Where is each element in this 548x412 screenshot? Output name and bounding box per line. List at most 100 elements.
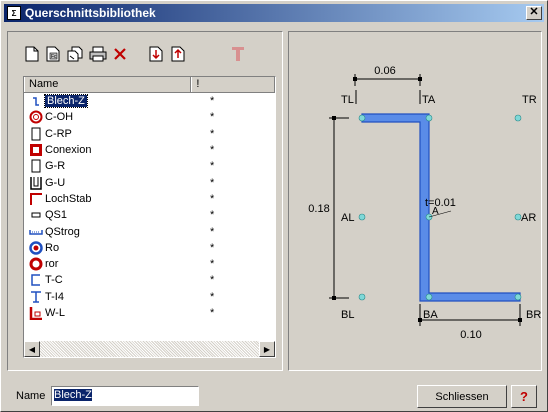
list-item[interactable]: Blech-Z * [24,93,275,109]
label-ta: TA [422,94,436,106]
label-tr: TR [522,94,537,106]
list-item[interactable]: QStrog * [24,223,275,239]
label-ba: BA [423,309,438,321]
list-item[interactable]: LochStab * [24,191,275,207]
list-item-flag: * [210,290,215,303]
trough-icon [29,225,43,239]
help-button[interactable]: ? [511,385,537,408]
title-bar: Σ Querschnittsbibliothek ✕ [4,4,544,22]
label-bl: BL [341,309,354,321]
list-item-label: T-C [45,274,63,287]
ring-red-icon [29,257,43,271]
list-item-label: G-R [45,160,66,173]
point-al-marker [358,213,366,221]
rect-profile-icon [29,159,43,173]
name-input[interactable]: Blech-Z [51,386,199,406]
new-file-icon[interactable] [23,45,41,63]
list-item-flag: * [210,258,215,271]
scroll-left-icon[interactable]: ◀ [24,341,40,357]
name-input-value: Blech-Z [54,389,92,401]
list-item[interactable]: T-I4 * [24,289,275,305]
profile-list[interactable]: Name ! Blech-Z * C-OH * C-RP * Conexion … [23,76,276,358]
list-item-label: T-I4 [45,290,64,303]
point-br-marker [514,293,522,301]
label-ar: AR [521,212,536,224]
list-item-flag: * [210,192,215,205]
section-preview-panel: 0.06 0.18 0.10 TL TA TR AL AR BL BA BR t… [288,31,542,371]
list-item-flag: * [210,111,215,124]
list-item-label: Ro [45,241,60,254]
list-item-label: C-RP [45,127,72,140]
list-item-label: G-U [45,176,66,189]
label-al: AL [341,212,354,224]
dim-height: 0.18 [308,203,329,215]
export-icon[interactable] [169,45,187,63]
list-item-label: W-L [45,307,65,319]
list-item-flag: * [210,225,215,238]
list-header: Name ! [24,77,275,93]
list-item[interactable]: Ro * [24,240,275,256]
close-window-button[interactable]: ✕ [526,6,542,20]
edit-file-icon[interactable]: Fc [45,45,63,63]
name-label: Name [16,390,46,402]
window-title: Querschnittsbibliothek [25,6,156,20]
list-item-flag: * [210,307,215,319]
list-item-flag: * [210,241,215,254]
list-item-flag: * [210,176,215,189]
point-tr-marker [514,114,522,122]
list-item[interactable]: C-OH * [24,109,275,125]
app-icon: Σ [7,6,21,20]
label-br: BR [526,309,541,321]
list-item[interactable]: QS1 * [24,207,275,223]
list-item-flag: * [210,144,215,157]
red-box-icon [29,143,43,157]
section-icon[interactable] [229,45,247,63]
c-profile-icon [29,273,43,287]
list-item-flag: * [210,274,215,287]
list-item-flag: * [210,127,215,140]
dim-bottom-width: 0.10 [460,329,481,341]
angle-profile-icon [29,192,43,206]
scroll-right-icon[interactable]: ▶ [259,341,275,357]
svg-text:Fc: Fc [51,54,57,60]
list-item[interactable]: G-R * [24,158,275,174]
close-button[interactable]: Schliessen [417,385,507,408]
dialog-window: Σ Querschnittsbibliothek ✕ Fc Name ! Ble… [0,0,548,412]
ring-blue-icon [29,241,43,255]
copy-icon[interactable] [67,45,85,63]
list-item[interactable]: T-C * [24,272,275,288]
list-item-label: ror [45,258,59,271]
list-item[interactable]: W-L * [24,305,275,321]
delete-icon[interactable] [111,45,129,63]
list-item-label: LochStab [45,192,92,205]
point-tl-marker [358,114,366,122]
print-icon[interactable] [89,45,107,63]
dim-thickness: t=0.01 [425,197,456,209]
toolbar: Fc [23,43,251,65]
import-icon[interactable] [147,45,165,63]
list-item-label: Blech-Z [44,94,88,109]
list-item[interactable]: Conexion * [24,142,275,158]
point-ta-marker [425,114,433,122]
column-name-header[interactable]: Name [24,77,192,92]
column-flag-header[interactable]: ! [191,77,275,92]
list-item[interactable]: G-U * [24,174,275,190]
list-item-flag: * [210,209,215,222]
list-item-label: QS1 [45,209,68,222]
u-profile-icon [29,176,43,190]
t-profile-icon [29,290,43,304]
list-item-label: Conexion [45,144,92,157]
section-preview-canvas: 0.06 0.18 0.10 TL TA TR AL AR BL BA BR t… [308,65,541,341]
list-item-label: C-OH [45,111,74,124]
hollow-circle-icon [29,110,43,124]
list-item-label: QStrog [45,225,80,238]
label-tl: TL [341,94,354,106]
list-item[interactable]: ror * [24,256,275,272]
dim-top-width: 0.06 [374,65,395,77]
rect-profile-icon [29,127,43,141]
l-profile-icon [29,306,43,320]
list-item[interactable]: C-RP * [24,126,275,142]
list-item-flag: * [210,160,215,173]
horizontal-scrollbar[interactable]: ◀ ▶ [24,341,275,357]
small-rect-icon [29,208,43,222]
